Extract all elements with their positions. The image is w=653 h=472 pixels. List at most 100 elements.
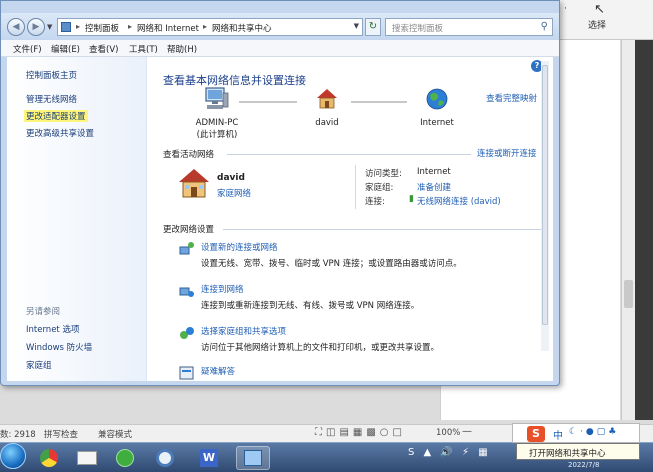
media-taskbar-icon[interactable]	[108, 446, 142, 470]
computer-sub-label: (此计算机)	[196, 130, 238, 140]
map-computer-label: ADMIN-PC (此计算机)	[187, 118, 247, 140]
back-button[interactable]: ◀	[7, 18, 25, 36]
forward-arrow-icon: ▶	[32, 22, 40, 32]
homegroup-label: 家庭组:	[365, 183, 394, 193]
control-panel-taskbar-icon[interactable]	[236, 446, 270, 470]
window-scrollbar-thumb[interactable]	[542, 65, 548, 325]
menu-bar: 文件(F) 编辑(E) 查看(V) 工具(T) 帮助(H)	[1, 40, 559, 57]
section-divider	[227, 154, 471, 155]
access-type-value: Internet	[417, 167, 451, 177]
address-bar: ◀ ▶ ▼ ▸ 控制面板 ▸ 网络和 Internet ▸ 网络和共享中心 ▼ …	[1, 13, 559, 39]
menu-view[interactable]: 查看(V)	[89, 43, 118, 55]
page-title: 查看基本网络信息并设置连接	[163, 74, 306, 87]
troubleshoot-icon	[179, 366, 194, 380]
nav-change-adapter-settings[interactable]: 更改适配器设置	[24, 110, 88, 122]
computer-name: ADMIN-PC	[195, 118, 239, 128]
clock-date[interactable]: 2022/7/8	[568, 461, 599, 469]
left-nav-pane: 控制面板主页 管理无线网络 更改适配器设置 更改高级共享设置 另请参阅 Inte…	[7, 57, 147, 381]
task-homegroup-link[interactable]: 选择家庭组和共享选项	[201, 325, 286, 337]
back-arrow-icon: ◀	[12, 22, 20, 32]
nav-advanced-sharing[interactable]: 更改高级共享设置	[26, 127, 94, 139]
task-homegroup-desc: 访问位于其他网络计算机上的文件和打印机，或更改共享设置。	[201, 343, 440, 353]
connection-label: 连接:	[365, 197, 385, 207]
task-setup-connection-desc: 设置无线、宽带、拨号、临时或 VPN 连接；或设置路由器或访问点。	[201, 259, 462, 269]
email-taskbar-icon[interactable]	[70, 446, 104, 470]
menu-help[interactable]: 帮助(H)	[167, 43, 197, 55]
sogou-logo-icon[interactable]: S	[527, 426, 545, 442]
computer-icon[interactable]	[203, 87, 229, 111]
breadcrumb-network-internet[interactable]: 网络和 Internet	[137, 22, 199, 34]
see-also-windows-firewall[interactable]: Windows 防火墙	[26, 341, 92, 353]
network-sharing-center-window: ◀ ▶ ▼ ▸ 控制面板 ▸ 网络和 Internet ▸ 网络和共享中心 ▼ …	[0, 0, 560, 386]
browser-taskbar-icon[interactable]	[32, 446, 66, 470]
active-networks-header: 查看活动网络	[163, 150, 215, 160]
tool-taskbar-icon[interactable]	[148, 446, 182, 470]
word-taskbar-icon[interactable]: W	[192, 446, 226, 470]
cursor-select-icon[interactable]: ↖	[594, 2, 605, 17]
ime-toolbar[interactable]: S 中 ☾·●▢♣	[512, 423, 640, 443]
control-panel-icon	[61, 22, 71, 32]
document-scrollbar-thumb[interactable]	[624, 280, 633, 308]
forward-button[interactable]: ▶	[27, 18, 45, 36]
see-also-header: 另请参阅	[26, 307, 61, 317]
word-count[interactable]: 数: 2918	[0, 428, 36, 440]
change-settings-header: 更改网络设置	[163, 225, 215, 235]
refresh-icon: ↻	[368, 21, 378, 32]
wifi-signal-icon: ▮	[409, 194, 414, 204]
breadcrumb-control-panel[interactable]: 控制面板	[85, 22, 119, 34]
ime-tools-icons[interactable]: ☾·●▢♣	[569, 427, 619, 437]
start-button[interactable]	[0, 443, 26, 469]
main-pane: ? 查看基本网络信息并设置连接 查看完整映射 ADMIN-PC (此计算机) d…	[147, 57, 553, 381]
menu-edit[interactable]: 编辑(E)	[51, 43, 80, 55]
section-divider	[223, 229, 543, 230]
ribbon-item: ·	[564, 4, 567, 14]
background-ribbon: · ↖ 选择	[560, 0, 653, 40]
document-scrollbar[interactable]	[621, 40, 635, 420]
background-edge	[635, 40, 653, 420]
menu-file[interactable]: 文件(F)	[13, 43, 42, 55]
compat-mode-status: 兼容模式	[98, 430, 133, 440]
history-dropdown-icon[interactable]: ▼	[47, 23, 52, 31]
breadcrumb-separator-icon[interactable]: ▸	[203, 22, 207, 31]
house-network-icon	[179, 169, 209, 198]
view-mode-icons[interactable]: ⛶◫▤▦▩○□	[315, 427, 406, 438]
breadcrumb-separator-icon[interactable]: ▸	[128, 22, 132, 31]
network-tooltip: 打开网络和共享中心	[516, 443, 640, 460]
new-connection-icon	[179, 242, 194, 255]
homegroup-value-link[interactable]: 准备创建	[417, 181, 451, 193]
home-network-icon[interactable]	[315, 87, 339, 111]
task-setup-connection-link[interactable]: 设置新的连接或网络	[201, 241, 278, 253]
menu-tools[interactable]: 工具(T)	[129, 43, 158, 55]
ribbon-select-button[interactable]: 选择	[588, 18, 606, 31]
search-input[interactable]: 搜索控制面板 ⚲	[385, 18, 553, 36]
ime-language[interactable]: 中	[553, 427, 563, 442]
internet-globe-icon[interactable]	[425, 87, 449, 111]
access-type-label: 访问类型:	[365, 169, 402, 179]
task-troubleshoot-link[interactable]: 疑难解答	[201, 365, 235, 377]
search-icon[interactable]: ⚲	[541, 21, 548, 32]
see-also-internet-options[interactable]: Internet 选项	[26, 323, 79, 335]
address-dropdown-icon[interactable]: ▼	[354, 22, 359, 30]
connect-disconnect-link[interactable]: 连接或断开连接	[477, 147, 537, 159]
refresh-button[interactable]: ↻	[365, 18, 381, 36]
address-field[interactable]: ▸ 控制面板 ▸ 网络和 Internet ▸ 网络和共享中心 ▼	[57, 18, 363, 36]
map-link-line	[239, 101, 297, 103]
map-network-label: david	[315, 118, 339, 128]
connect-network-icon	[179, 287, 194, 297]
see-also-homegroup[interactable]: 家庭组	[26, 359, 52, 371]
nav-control-panel-home[interactable]: 控制面板主页	[26, 69, 77, 81]
system-tray[interactable]: S ▲ 🔊 ⚡ ▦	[408, 447, 491, 469]
nav-manage-wireless[interactable]: 管理无线网络	[26, 93, 77, 105]
zoom-level[interactable]: 100%	[436, 428, 460, 438]
connection-value-link[interactable]: 无线网络连接 (david)	[417, 195, 501, 207]
breadcrumb-separator-icon[interactable]: ▸	[76, 22, 80, 31]
map-link-line	[351, 101, 407, 103]
zoom-out-icon[interactable]: —	[462, 426, 472, 437]
spell-check-status[interactable]: 拼写检查	[44, 428, 78, 440]
network-type-link[interactable]: 家庭网络	[217, 187, 251, 199]
breadcrumb-network-sharing-center[interactable]: 网络和共享中心	[212, 22, 272, 34]
content-area: 控制面板主页 管理无线网络 更改适配器设置 更改高级共享设置 另请参阅 Inte…	[7, 57, 553, 381]
view-full-map-link[interactable]: 查看完整映射	[486, 92, 537, 104]
task-connect-network-link[interactable]: 连接到网络	[201, 283, 244, 295]
window-scrollbar[interactable]	[541, 61, 549, 351]
